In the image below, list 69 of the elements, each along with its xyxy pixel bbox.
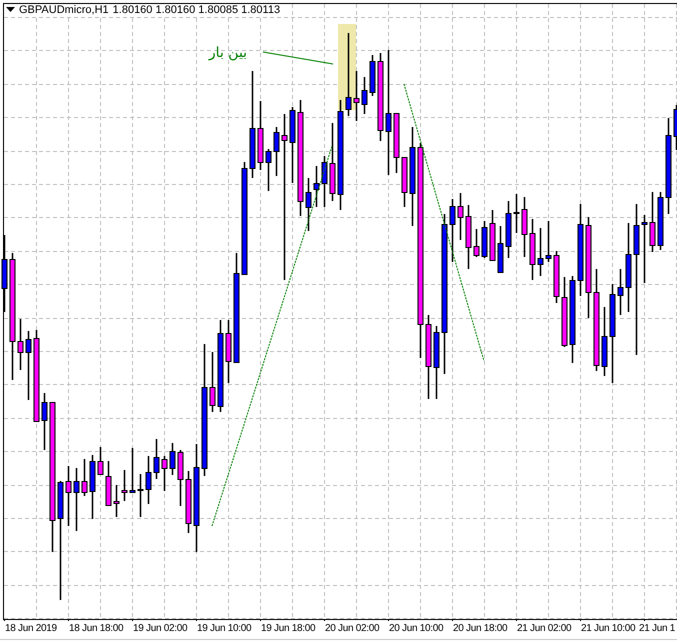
bearish-candle (466, 205, 472, 269)
bullish-candle (642, 215, 648, 283)
bearish-candle (562, 277, 568, 347)
bullish-candle (154, 439, 160, 479)
time-axis-label: 21 Jun 02:00 (517, 623, 572, 634)
bullish-candle (74, 468, 80, 531)
bullish-candle (314, 166, 320, 207)
bearish-candle (66, 466, 72, 526)
time-axis-label: 19 Jun 02:00 (133, 623, 188, 634)
bearish-candle (258, 101, 264, 170)
bearish-candle (122, 470, 128, 501)
bearish-candle (114, 485, 120, 517)
price-quote: 1.80160 1.80160 1.80085 1.80113 (112, 4, 280, 16)
bullish-candle (514, 194, 520, 233)
bearish-candle (490, 210, 496, 261)
bullish-candle (130, 448, 136, 493)
bearish-candle (82, 459, 88, 496)
bullish-candle (42, 393, 48, 450)
bearish-candle (458, 193, 464, 240)
bullish-candle (450, 199, 456, 262)
bearish-candle (474, 229, 480, 257)
bearish-candle (98, 447, 104, 475)
bearish-candle (18, 319, 24, 370)
bullish-candle (146, 456, 152, 504)
bullish-candle (538, 228, 544, 276)
bullish-candle (266, 149, 272, 191)
time-axis-label: 21 Jun 1 (639, 623, 675, 634)
bullish-candle (482, 221, 488, 258)
bearish-candle (650, 192, 656, 252)
bullish-candle (138, 474, 144, 517)
bearish-candle (394, 113, 400, 173)
annotation-label: بین بار (208, 45, 248, 61)
bullish-candle (506, 201, 512, 258)
bullish-candle (306, 178, 312, 231)
bullish-candle (658, 192, 664, 250)
bearish-candle (178, 450, 184, 506)
time-axis-label: 19 Jun 10:00 (197, 623, 252, 634)
bullish-candle (618, 269, 624, 315)
bearish-candle (522, 197, 528, 257)
bullish-candle (362, 77, 368, 114)
time-axis-label: 18 Jun 2019 (5, 623, 57, 634)
bullish-candle (370, 55, 376, 96)
bearish-candle (530, 219, 536, 280)
time-axis-label: 20 Jun 18:00 (453, 623, 508, 634)
bearish-candle (162, 456, 168, 491)
bullish-candle (170, 443, 176, 475)
bearish-candle (226, 320, 232, 383)
bearish-candle (554, 251, 560, 303)
bullish-candle (274, 127, 280, 176)
bearish-candle (186, 471, 192, 533)
dropdown-triangle-icon[interactable] (6, 7, 15, 13)
time-axis-label: 19 Jun 18:00 (261, 623, 316, 634)
bullish-candle (602, 307, 608, 376)
time-axis-label: 20 Jun 02:00 (325, 623, 380, 634)
chart-symbol: GBPAUDmicro,H1 (19, 4, 109, 16)
leader-line (262, 52, 334, 64)
time-axis-label: 21 Jun 10:00 (581, 623, 636, 634)
bullish-candle (498, 226, 504, 273)
bullish-candle (674, 105, 677, 150)
bearish-candle (354, 71, 360, 121)
bullish-candle (26, 331, 32, 400)
bullish-candle (546, 221, 552, 262)
time-axis-label: 18 Jun 18:00 (69, 623, 124, 634)
bearish-candle (402, 157, 408, 207)
bullish-candle (322, 156, 328, 207)
bearish-candle (210, 352, 216, 412)
bearish-candle (106, 461, 112, 506)
time-axis-label: 20 Jun 10:00 (389, 623, 444, 634)
bullish-candle (90, 455, 96, 519)
